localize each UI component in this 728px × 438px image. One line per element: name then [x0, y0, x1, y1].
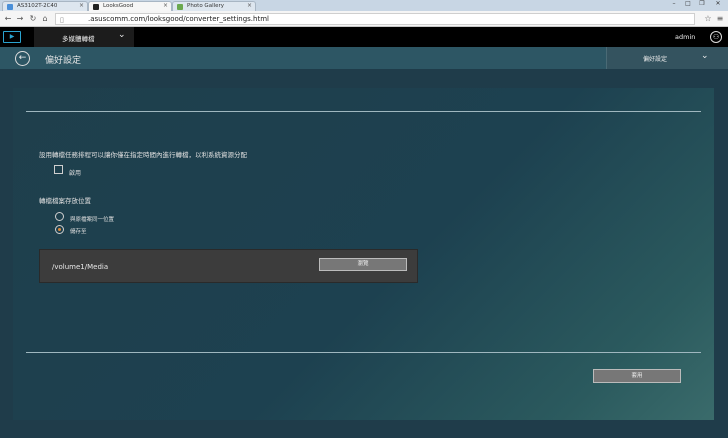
radio-same-location[interactable] [55, 212, 64, 221]
browser-menu-icon[interactable]: ≡ [715, 13, 725, 24]
browser-tab-bar: AS3102T-2C40 × LooksGood × Photo Gallery… [0, 0, 728, 11]
tab-title: Photo Gallery [187, 3, 225, 9]
page-header: ← 偏好設定 偏好設定 ⌄ [0, 47, 728, 69]
close-tab-icon[interactable]: × [163, 2, 168, 9]
back-arrow-icon[interactable]: ← [3, 13, 13, 24]
app-header: ▶ 多媒體轉檔 ⌄ admin ⚇ [0, 27, 728, 47]
browser-tab-2[interactable]: LooksGood × [88, 1, 172, 11]
close-tab-icon[interactable]: × [79, 2, 84, 9]
enable-schedule-label: 啟用 [69, 170, 82, 177]
destination-path-box: /volume1/Media 瀏覽 [39, 249, 418, 283]
back-button-icon[interactable]: ← [15, 51, 30, 66]
restore-window-icon[interactable]: ❐ [696, 0, 708, 8]
minimize-window-icon[interactable]: – [668, 0, 680, 8]
tab-title: AS3102T-2C40 [17, 3, 58, 9]
settings-dropdown-label: 偏好設定 [643, 56, 668, 63]
chevron-down-icon: ⌄ [701, 51, 709, 61]
close-window-icon[interactable]: ✕ [712, 0, 724, 8]
browser-tab-1[interactable]: AS3102T-2C40 × [2, 1, 88, 11]
address-bar-url: .asuscomm.com/looksgood/converter_settin… [88, 15, 269, 23]
radio-save-to[interactable] [55, 225, 64, 234]
bookmark-star-icon[interactable]: ☆ [703, 13, 713, 24]
tab-favicon-icon [7, 4, 13, 10]
enable-schedule-checkbox[interactable] [54, 165, 63, 174]
address-bar[interactable]: ▯ .asuscomm.com/looksgood/converter_sett… [55, 13, 695, 25]
close-tab-icon[interactable]: × [247, 2, 252, 9]
browser-toolbar: ← → ↻ ⌂ ▯ .asuscomm.com/looksgood/conver… [0, 11, 728, 27]
maximize-window-icon[interactable]: □ [682, 0, 694, 8]
app-menu-label: 多媒體轉檔 [62, 35, 95, 43]
page-icon: ▯ [60, 16, 64, 24]
destination-path-value: /volume1/Media [52, 263, 109, 271]
bottom-divider [26, 352, 701, 353]
user-avatar-icon[interactable]: ⚇ [710, 31, 722, 43]
radio-save-to-label: 儲存至 [70, 229, 87, 235]
apply-button[interactable]: 套用 [593, 369, 681, 383]
forward-arrow-icon[interactable]: → [15, 13, 25, 24]
chevron-down-icon: ⌄ [118, 30, 126, 40]
reload-icon[interactable]: ↻ [28, 13, 38, 24]
page-title: 偏好設定 [45, 56, 82, 66]
top-divider [26, 111, 701, 112]
browse-button[interactable]: 瀏覽 [319, 258, 407, 271]
storage-location-heading: 轉檔檔案存放位置 [39, 197, 91, 205]
settings-dropdown[interactable]: 偏好設定 ⌄ [606, 47, 728, 69]
tab-favicon-icon [177, 4, 183, 10]
browser-tab-3[interactable]: Photo Gallery × [172, 1, 256, 11]
schedule-description: 設用轉檔任務排程可以讓你僅在指定時間內進行轉檔，以利系統資源分配 [39, 151, 247, 159]
username: admin [675, 33, 696, 41]
app-menu-dropdown[interactable]: 多媒體轉檔 ⌄ [34, 27, 134, 47]
tab-title: LooksGood [103, 3, 134, 9]
home-icon[interactable]: ⌂ [40, 13, 50, 24]
radio-same-location-label: 與原檔案同一位置 [70, 217, 115, 223]
app-logo-icon[interactable]: ▶ [3, 31, 21, 43]
tab-favicon-icon [93, 4, 99, 10]
settings-panel: 設用轉檔任務排程可以讓你僅在指定時間內進行轉檔，以利系統資源分配 啟用 轉檔檔案… [13, 88, 714, 420]
